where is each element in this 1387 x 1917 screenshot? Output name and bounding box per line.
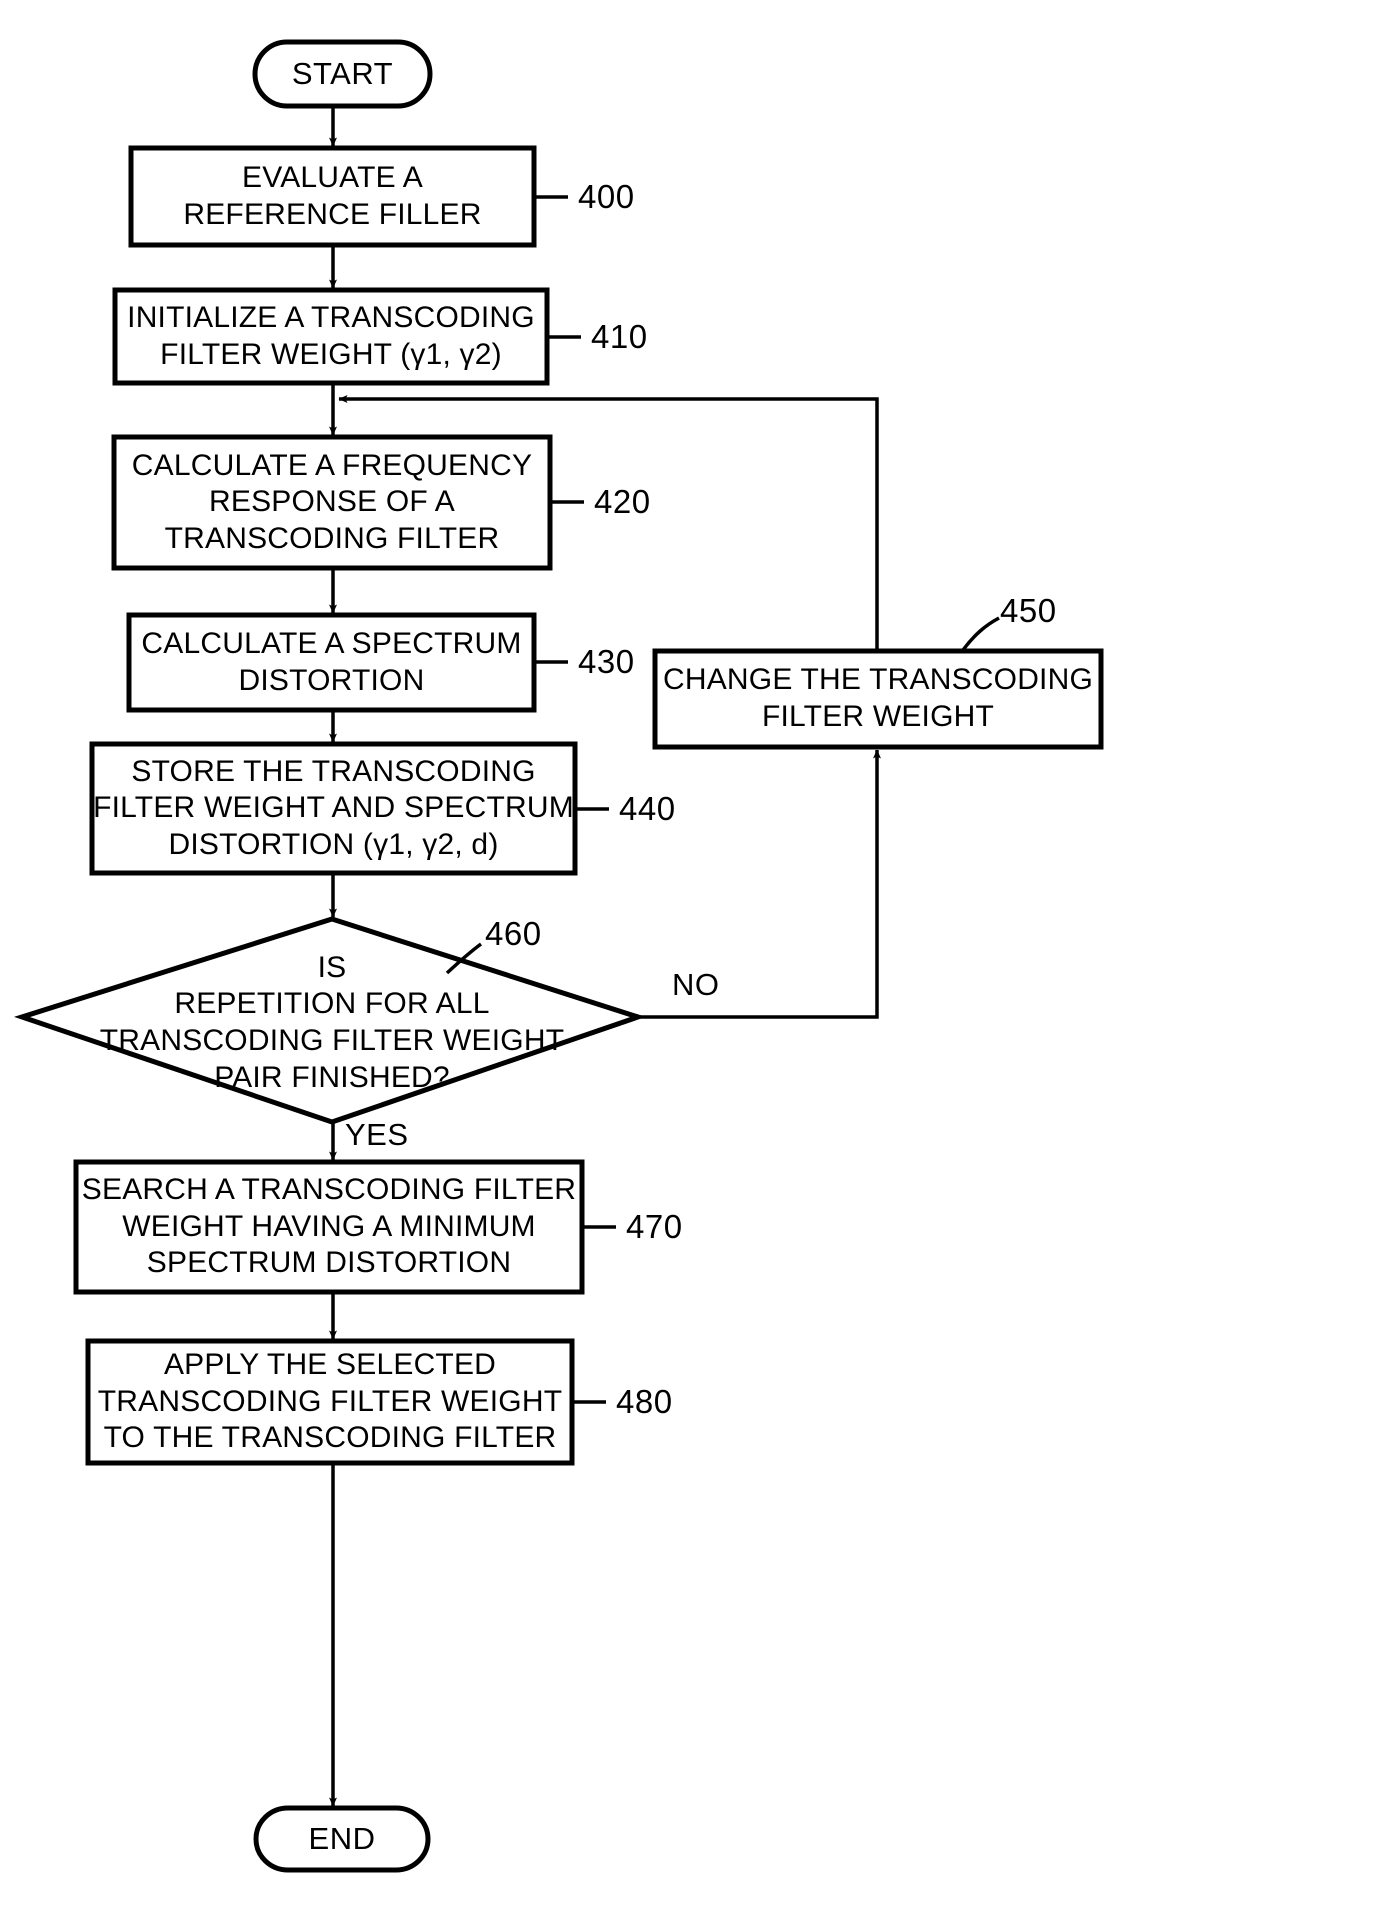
ref-420: 420 <box>594 483 651 520</box>
node-430-shape <box>126 612 537 713</box>
node-450-shape <box>652 648 1104 750</box>
node-410-shape <box>112 287 550 386</box>
end-terminator-shape <box>253 1805 431 1873</box>
ref-450: 450 <box>1000 592 1057 629</box>
ref-400: 400 <box>578 178 635 215</box>
ref-440: 440 <box>619 790 676 827</box>
edge-label-no: NO <box>672 967 720 1002</box>
ref-430: 430 <box>578 643 635 680</box>
node-480-shape <box>85 1338 575 1466</box>
node-440-shape <box>89 741 578 876</box>
flowchart-graphics <box>13 39 1104 1873</box>
ref-480: 480 <box>616 1383 673 1420</box>
start-terminator-shape <box>252 39 433 109</box>
ref-470: 470 <box>626 1208 683 1245</box>
flowchart-canvas: START EVALUATE A REFERENCE FILLER INITIA… <box>0 0 1387 1917</box>
node-420-shape <box>111 434 553 571</box>
leader-450 <box>961 616 1000 652</box>
ref-460: 460 <box>485 915 542 952</box>
edge-label-yes: YES <box>345 1117 409 1152</box>
node-470-shape <box>73 1159 585 1295</box>
ref-410: 410 <box>591 318 648 355</box>
node-460-shape <box>13 916 646 1125</box>
node-400-shape <box>128 145 537 248</box>
